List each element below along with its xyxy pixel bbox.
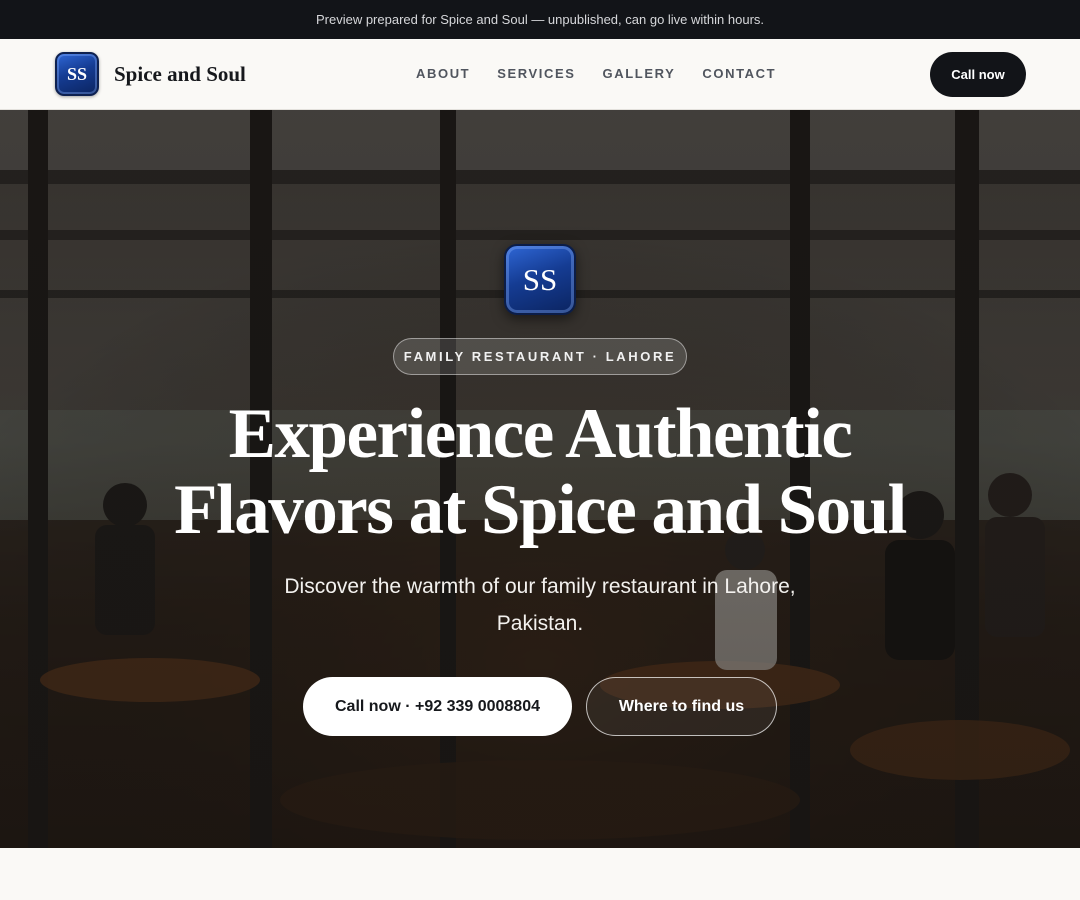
hero-logo: SS [504, 244, 576, 315]
brand-logo: SS [55, 52, 99, 96]
nav-about[interactable]: ABOUT [416, 66, 470, 81]
hero-headline: Experience Authentic Flavors at Spice an… [0, 396, 1080, 548]
brand[interactable]: SS Spice and Soul [55, 52, 246, 96]
brand-name: Spice and Soul [114, 61, 246, 86]
hero-subtitle-line2: Pakistan. [496, 612, 584, 635]
nav-gallery[interactable]: GALLERY [603, 66, 676, 81]
hero-headline-line2: Flavors at Spice and Soul [174, 471, 907, 549]
nav-services[interactable]: SERVICES [497, 66, 575, 81]
hero-subtitle: Discover the warmth of our family restau… [250, 568, 830, 642]
hero-section: SS FAMILY RESTAURANT · LAHORE Experience… [0, 110, 1080, 848]
announcement-text: Preview prepared for Spice and Soul — un… [315, 12, 765, 27]
hero-subtitle-line1: Discover the warmth of our family restau… [284, 575, 796, 598]
next-section [0, 848, 1080, 900]
announcement-bar: Preview prepared for Spice and Soul — un… [0, 0, 1080, 39]
site-header: SS Spice and Soul ABOUT SERVICES GALLERY… [0, 39, 1080, 110]
hero-headline-line1: Experience Authentic [228, 395, 853, 473]
nav-contact[interactable]: CONTACT [702, 66, 776, 81]
hero-tagline: FAMILY RESTAURANT · LAHORE [393, 338, 687, 375]
main-nav: ABOUT SERVICES GALLERY CONTACT [416, 66, 803, 81]
call-now-button[interactable]: Call now [930, 52, 1026, 97]
where-to-find-us-button[interactable]: Where to find us [586, 677, 777, 736]
hero-call-button[interactable]: Call now · +92 339 0008804 [303, 677, 572, 736]
